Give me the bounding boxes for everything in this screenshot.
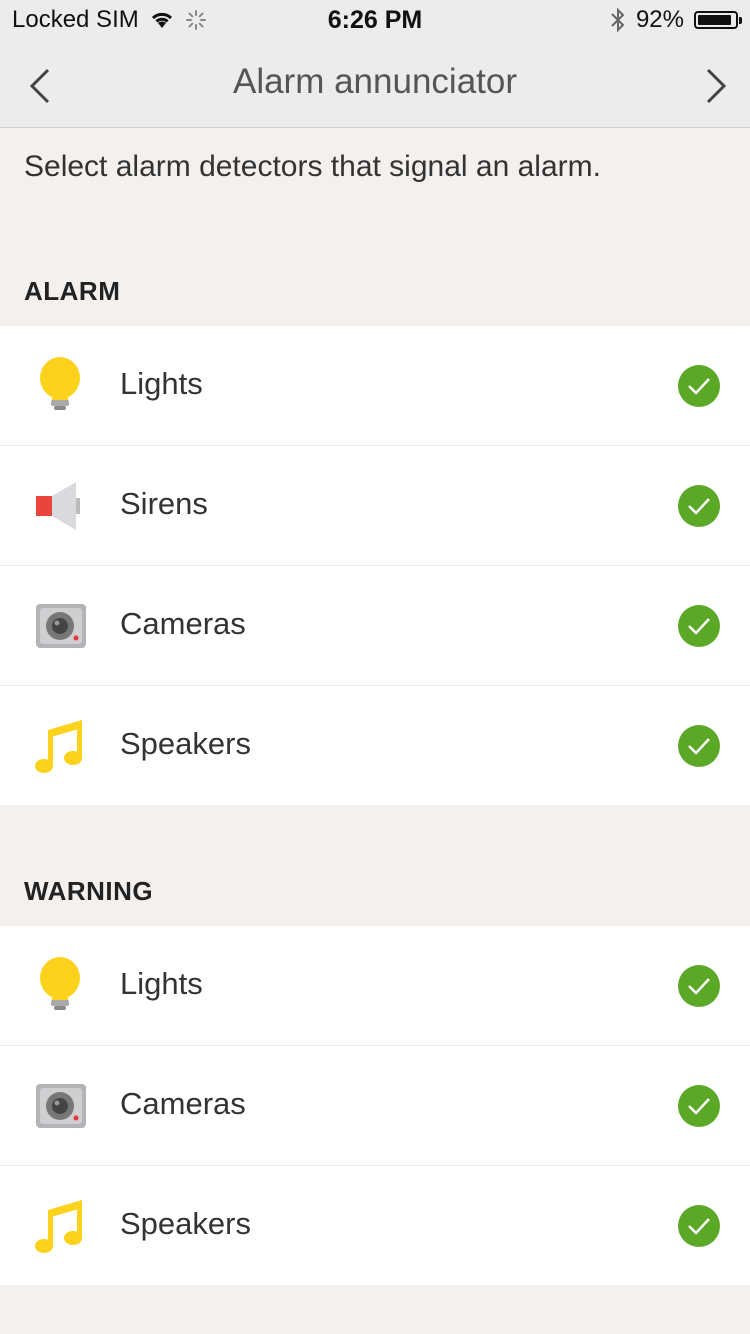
music-note-icon (35, 1200, 82, 1253)
siren-icon (36, 482, 80, 530)
checkmark-icon (678, 365, 720, 407)
row-label: Cameras (120, 1086, 246, 1121)
status-bar: Locked SIM 6:26 PM 92% (0, 0, 750, 40)
row-label: Sirens (120, 486, 208, 521)
checkmark-icon (678, 1205, 720, 1247)
battery-percent: 92% (635, 6, 684, 33)
battery-fill (698, 15, 731, 25)
page-title: Alarm annunciator (232, 62, 518, 101)
row-label: Lights (120, 366, 203, 401)
warning-row-speakers[interactable]: Speakers (0, 1166, 750, 1285)
lightbulb-icon (40, 957, 80, 1010)
row-label: Lights (120, 966, 203, 1001)
battery-icon (694, 11, 742, 29)
camera-icon (36, 604, 86, 648)
intro-text: Select alarm detectors that signal an al… (24, 150, 601, 183)
chevron-right-icon (706, 68, 727, 104)
bluetooth-icon (611, 7, 625, 33)
camera-icon (36, 1084, 86, 1128)
checkmark-icon (678, 725, 720, 767)
alarm-row-sirens[interactable]: Sirens (0, 446, 750, 566)
warning-group: Lights Cameras Speakers (0, 926, 750, 1285)
music-note-icon (35, 720, 82, 773)
checkmark-icon (678, 1085, 720, 1127)
section-header-alarm: ALARM (24, 276, 121, 306)
alarm-row-cameras[interactable]: Cameras (0, 566, 750, 686)
row-label: Cameras (120, 606, 246, 641)
checkmark-icon (678, 485, 720, 527)
section-header-warning: WARNING (24, 876, 154, 906)
checkmark-icon (678, 965, 720, 1007)
row-label: Speakers (120, 1206, 251, 1241)
alarm-group: Lights Sirens Cameras Speakers (0, 326, 750, 805)
checkmark-icon (678, 605, 720, 647)
warning-row-lights[interactable]: Lights (0, 926, 750, 1046)
row-label: Speakers (120, 726, 251, 761)
navigation-bar: Alarm annunciator (0, 40, 750, 128)
alarm-row-speakers[interactable]: Speakers (0, 686, 750, 805)
lightbulb-icon (40, 357, 80, 410)
forward-button[interactable] (694, 66, 734, 106)
status-right: 92% (610, 6, 742, 34)
warning-row-cameras[interactable]: Cameras (0, 1046, 750, 1166)
alarm-row-lights[interactable]: Lights (0, 326, 750, 446)
